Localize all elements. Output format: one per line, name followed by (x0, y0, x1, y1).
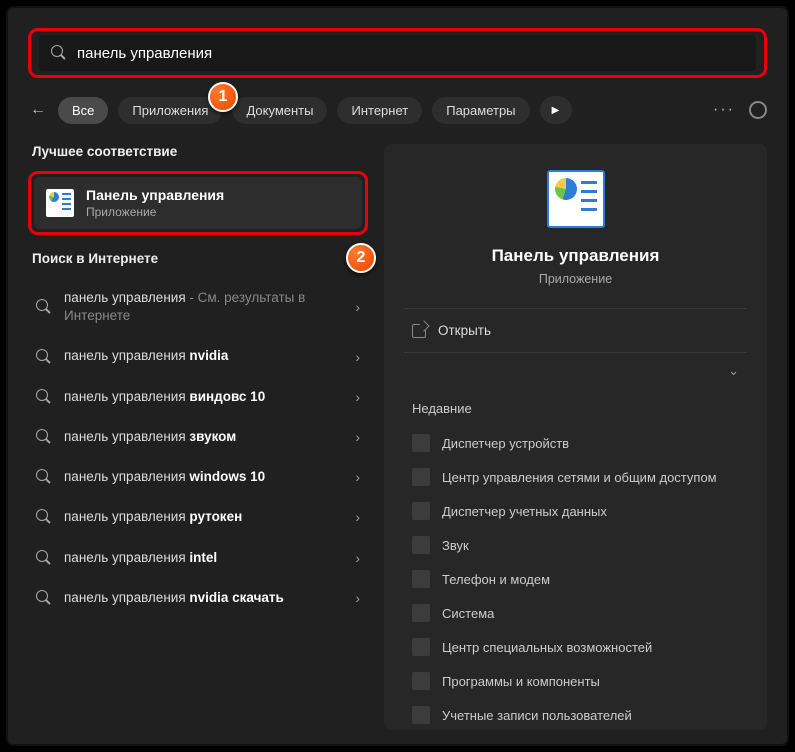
search-icon (36, 509, 52, 525)
best-match-heading: Лучшее соответствие (32, 144, 368, 159)
recent-item-icon (412, 672, 430, 690)
app-subtitle: Приложение (408, 272, 743, 286)
filter-pill-all[interactable]: Все (58, 97, 108, 124)
search-icon (36, 299, 52, 315)
recent-item-label: Телефон и модем (442, 572, 550, 587)
web-result-item[interactable]: панель управления рутокен › (28, 497, 368, 537)
recent-item[interactable]: Диспетчер учетных данных (408, 494, 743, 528)
search-icon (36, 389, 52, 405)
chevron-right-icon: › (355, 429, 360, 445)
search-panel: 1 2 ← Все Приложения Документы Интернет … (6, 6, 789, 746)
control-panel-icon-large (547, 170, 605, 228)
control-panel-icon (46, 189, 74, 217)
search-icon (36, 550, 52, 566)
recent-item[interactable]: Учетные записи пользователей (408, 698, 743, 730)
web-result-item[interactable]: панель управления звуком › (28, 417, 368, 457)
recent-heading: Недавние (412, 401, 743, 416)
web-result-item[interactable]: панель управления виндовс 10 › (28, 377, 368, 417)
web-result-text: панель управления windows 10 (64, 468, 343, 486)
recent-item-label: Программы и компоненты (442, 674, 600, 689)
recent-item-label: Учетные записи пользователей (442, 708, 632, 723)
web-result-text: панель управления nvidia скачать (64, 589, 343, 607)
recent-item[interactable]: Диспетчер устройств (408, 426, 743, 460)
web-result-text: панель управления звуком (64, 428, 343, 446)
filter-pill-settings[interactable]: Параметры (432, 97, 529, 124)
open-label: Открыть (438, 323, 491, 338)
web-result-item[interactable]: панель управления nvidia › (28, 336, 368, 376)
recent-item[interactable]: Центр специальных возможностей (408, 630, 743, 664)
chevron-right-icon: › (355, 349, 360, 365)
recent-item[interactable]: Программы и компоненты (408, 664, 743, 698)
search-icon (51, 45, 67, 61)
search-bar[interactable] (39, 35, 756, 71)
web-result-item[interactable]: панель управления - См. результаты в Инт… (28, 278, 368, 336)
recent-item-label: Диспетчер учетных данных (442, 504, 607, 519)
recent-item-icon (412, 706, 430, 724)
chevron-right-icon: › (355, 509, 360, 525)
annotation-badge-1: 1 (208, 82, 238, 112)
search-icon (36, 590, 52, 606)
web-result-text: панель управления - См. результаты в Инт… (64, 289, 343, 325)
filter-row: ← Все Приложения Документы Интернет Пара… (28, 96, 767, 124)
recent-item[interactable]: Телефон и модем (408, 562, 743, 596)
recent-item-icon (412, 536, 430, 554)
best-match-highlight-box: Панель управления Приложение (28, 171, 368, 235)
web-result-text: панель управления рутокен (64, 508, 343, 526)
recent-item-label: Звук (442, 538, 469, 553)
chevron-right-icon: › (355, 590, 360, 606)
best-match-text: Панель управления Приложение (86, 187, 224, 219)
filter-more-button[interactable]: ▶ (540, 96, 572, 124)
best-match-result[interactable]: Панель управления Приложение (34, 177, 362, 229)
web-result-item[interactable]: панель управления nvidia скачать › (28, 578, 368, 618)
search-highlight-box (28, 28, 767, 78)
open-action[interactable]: Открыть (408, 309, 743, 352)
expand-chevron-icon[interactable]: ⌄ (728, 363, 739, 379)
recent-item-label: Система (442, 606, 494, 621)
chevron-right-icon: › (355, 550, 360, 566)
best-match-title: Панель управления (86, 187, 224, 203)
recent-list: Диспетчер устройств Центр управления сетя… (408, 426, 743, 730)
overflow-menu-button[interactable]: ··· (713, 101, 735, 119)
recent-item-icon (412, 434, 430, 452)
app-hero: Панель управления Приложение (408, 170, 743, 286)
web-search-heading: Поиск в Интернете (32, 251, 368, 266)
recent-item-icon (412, 468, 430, 486)
web-result-text: панель управления intel (64, 549, 343, 567)
recent-item-icon (412, 570, 430, 588)
web-result-text: панель управления nvidia (64, 347, 343, 365)
open-icon (412, 324, 426, 338)
recent-item[interactable]: Звук (408, 528, 743, 562)
web-results-list: панель управления - См. результаты в Инт… (28, 278, 368, 618)
filter-pill-web[interactable]: Интернет (337, 97, 422, 124)
details-panel: Панель управления Приложение Открыть ⌄ Н… (384, 144, 767, 730)
annotation-badge-2: 2 (346, 243, 376, 273)
chevron-right-icon: › (355, 469, 360, 485)
recent-item-icon (412, 502, 430, 520)
search-icon (36, 469, 52, 485)
best-match-subtitle: Приложение (86, 205, 224, 219)
chevron-right-icon: › (355, 389, 360, 405)
back-button[interactable]: ← (28, 101, 48, 119)
search-icon (36, 349, 52, 365)
search-icon (36, 429, 52, 445)
results-column: Лучшее соответствие Панель управления Пр… (28, 144, 368, 730)
recent-item-icon (412, 638, 430, 656)
recent-item-icon (412, 604, 430, 622)
recent-item-label: Центр управления сетями и общим доступом (442, 470, 717, 485)
search-input[interactable] (77, 45, 744, 62)
web-result-item[interactable]: панель управления windows 10 › (28, 457, 368, 497)
web-result-item[interactable]: панель управления intel › (28, 538, 368, 578)
recent-item-label: Диспетчер устройств (442, 436, 569, 451)
profile-icon[interactable] (749, 101, 767, 119)
recent-item-label: Центр специальных возможностей (442, 640, 652, 655)
recent-item[interactable]: Система (408, 596, 743, 630)
recent-item[interactable]: Центр управления сетями и общим доступом (408, 460, 743, 494)
app-title: Панель управления (408, 246, 743, 266)
web-result-text: панель управления виндовс 10 (64, 388, 343, 406)
chevron-right-icon: › (355, 299, 360, 315)
filter-pill-docs[interactable]: Документы (232, 97, 327, 124)
filter-pill-apps[interactable]: Приложения (118, 97, 222, 124)
